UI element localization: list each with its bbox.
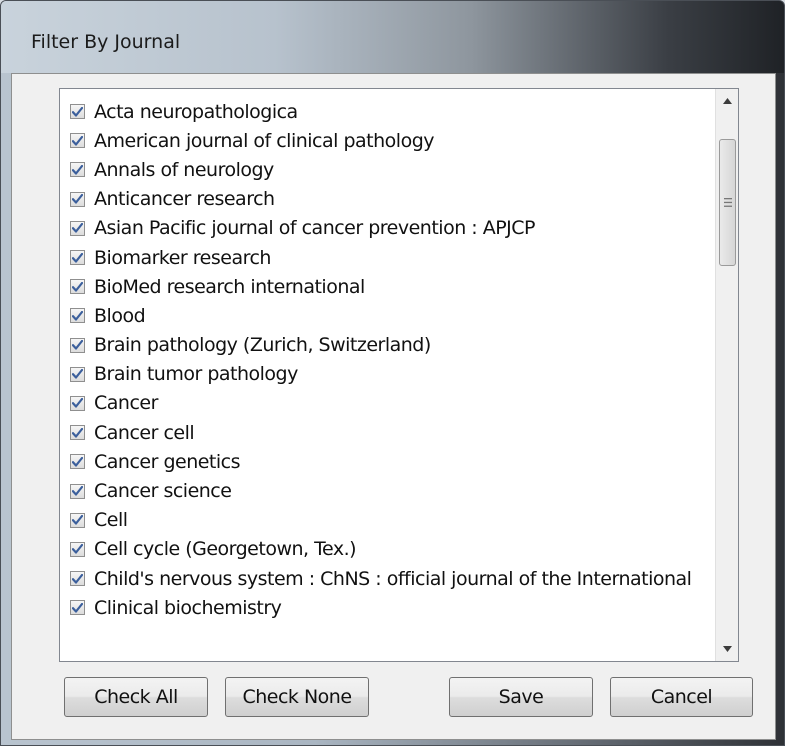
dialog-body: Acta neuropathologica American journal of…: [11, 73, 776, 740]
journal-label: Asian Pacific journal of cancer preventi…: [94, 217, 536, 240]
journal-label: Child's nervous system : ChNS : official…: [94, 567, 692, 590]
journal-list-item[interactable]: Acta neuropathologica: [60, 97, 716, 126]
journal-checkbox[interactable]: [70, 162, 85, 178]
journal-label: American journal of clinical pathology: [94, 129, 435, 152]
journal-list-item[interactable]: Blood: [60, 301, 716, 330]
journal-list-item[interactable]: American journal of clinical pathology: [60, 126, 716, 155]
checkmark-icon: [72, 486, 83, 496]
journal-list-item[interactable]: Clinical biochemistry: [60, 593, 716, 622]
grip-icon: [723, 198, 732, 207]
cancel-button[interactable]: Cancel: [610, 677, 753, 717]
checkmark-icon: [72, 398, 83, 409]
journal-list-item[interactable]: Anticancer research: [60, 185, 716, 214]
journal-list-item[interactable]: Child's nervous system : ChNS : official…: [60, 564, 716, 593]
journal-label: Acta neuropathologica: [94, 100, 298, 123]
journal-list-item[interactable]: Cell cycle (Georgetown, Tex.): [60, 535, 716, 564]
checkmark-icon: [72, 164, 83, 175]
checkmark-icon: [72, 573, 83, 584]
journal-list-item[interactable]: Cancer cell: [60, 418, 716, 447]
journal-list-item[interactable]: Cancer: [60, 389, 716, 418]
vertical-scrollbar[interactable]: [715, 89, 738, 661]
checkmark-icon: [72, 106, 83, 117]
dialog-title: Filter By Journal: [31, 31, 181, 53]
journal-label: Brain tumor pathology: [94, 363, 298, 386]
journal-label: BioMed research international: [94, 275, 365, 298]
journal-checkbox[interactable]: [70, 512, 85, 528]
journal-list-item[interactable]: Biomarker research: [60, 243, 716, 272]
journal-list-items: Acta neuropathologica American journal of…: [60, 89, 716, 622]
journal-label: Blood: [94, 304, 146, 327]
journal-list-item[interactable]: BioMed research international: [60, 272, 716, 301]
journal-checkbox[interactable]: [70, 571, 85, 587]
journal-label: Cancer cell: [94, 421, 195, 444]
journal-checklist[interactable]: Acta neuropathologica American journal of…: [59, 88, 739, 662]
journal-list-item[interactable]: Brain tumor pathology: [60, 360, 716, 389]
journal-checkbox[interactable]: [70, 541, 85, 557]
journal-list-item[interactable]: Cell: [60, 506, 716, 535]
save-button[interactable]: Save: [449, 677, 593, 717]
scroll-thumb[interactable]: [719, 139, 736, 266]
checkmark-icon: [72, 369, 83, 379]
journal-checkbox[interactable]: [70, 337, 85, 353]
journal-checkbox[interactable]: [70, 308, 85, 324]
journal-checkbox[interactable]: [70, 279, 85, 295]
journal-checkbox[interactable]: [70, 600, 85, 616]
journal-label: Cancer: [94, 392, 158, 415]
journal-label: Clinical biochemistry: [94, 596, 282, 619]
arrow-up-icon: [722, 98, 732, 104]
checkmark-icon: [72, 135, 83, 146]
checkmark-icon: [72, 515, 83, 525]
journal-label: Brain pathology (Zurich, Switzerland): [94, 334, 431, 357]
checkmark-icon: [72, 223, 83, 233]
checkmark-icon: [72, 602, 83, 613]
journal-label: Cancer science: [94, 480, 232, 503]
journal-label: Cell cycle (Georgetown, Tex.): [94, 538, 357, 561]
journal-label: Cancer genetics: [94, 450, 241, 473]
journal-list-item[interactable]: Annals of neurology: [60, 155, 716, 184]
arrow-down-icon: [722, 646, 732, 652]
checkmark-icon: [72, 310, 83, 321]
checkmark-icon: [72, 194, 83, 204]
title-bar[interactable]: Filter By Journal: [1, 1, 784, 73]
journal-checkbox[interactable]: [70, 366, 85, 382]
checkmark-icon: [72, 252, 83, 263]
checkmark-icon: [72, 456, 83, 467]
journal-list-item[interactable]: Asian Pacific journal of cancer preventi…: [60, 214, 716, 243]
checkmark-icon: [72, 544, 83, 555]
check-none-button[interactable]: Check None: [225, 677, 369, 717]
journal-list-item[interactable]: Brain pathology (Zurich, Switzerland): [60, 331, 716, 360]
journal-checkbox[interactable]: [70, 191, 85, 207]
filter-dialog: Filter By Journal Acta neuropathologica A…: [0, 0, 785, 746]
checkmark-icon: [72, 281, 83, 292]
journal-label: Cell: [94, 509, 128, 532]
journal-checkbox[interactable]: [70, 133, 85, 149]
journal-checkbox[interactable]: [70, 454, 85, 470]
journal-list-item[interactable]: Cancer science: [60, 476, 716, 505]
scroll-down-button[interactable]: [716, 637, 738, 661]
journal-checkbox[interactable]: [70, 483, 85, 499]
checkmark-icon: [72, 427, 83, 438]
journal-checkbox[interactable]: [70, 395, 85, 411]
journal-checkbox[interactable]: [70, 104, 85, 120]
journal-label: Anticancer research: [94, 188, 275, 211]
journal-checkbox[interactable]: [70, 250, 85, 266]
scroll-up-button[interactable]: [716, 89, 738, 113]
journal-checkbox[interactable]: [70, 425, 85, 441]
journal-checkbox[interactable]: [70, 220, 85, 236]
checkmark-icon: [72, 340, 83, 350]
check-all-button[interactable]: Check All: [64, 677, 208, 717]
journal-label: Biomarker research: [94, 246, 271, 269]
journal-label: Annals of neurology: [94, 158, 274, 181]
journal-list-item[interactable]: Cancer genetics: [60, 447, 716, 476]
